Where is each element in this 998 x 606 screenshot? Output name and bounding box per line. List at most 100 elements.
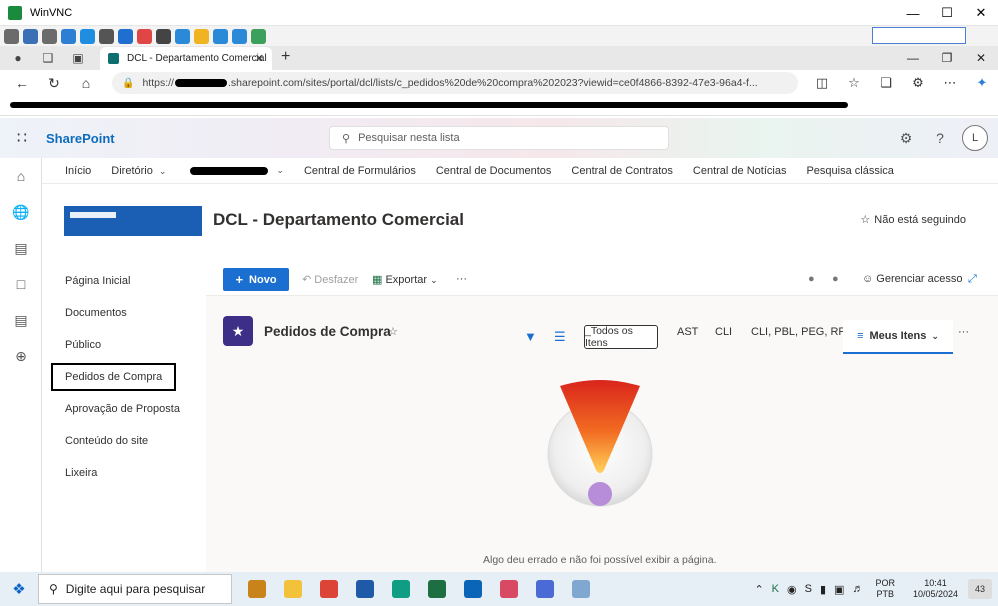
camera-icon[interactable] xyxy=(213,28,228,44)
view-cli-group[interactable]: CLI, PBL, PEG, RPE xyxy=(751,326,853,338)
back-icon[interactable]: ← xyxy=(6,70,38,96)
maximize-button[interactable]: ☐ xyxy=(930,0,964,26)
gear-icon[interactable]: ⚙ xyxy=(894,124,918,152)
network-icon[interactable]: ▣ xyxy=(834,583,844,596)
site-logo[interactable] xyxy=(64,206,202,236)
excel-icon[interactable] xyxy=(420,574,454,604)
minimize-button[interactable]: — xyxy=(896,0,930,26)
app-launcher-icon[interactable]: ∷ xyxy=(0,118,44,158)
nav-publico[interactable]: Público xyxy=(65,339,101,351)
refresh-icon[interactable] xyxy=(61,28,76,44)
hub-nav-inicio[interactable]: Início xyxy=(65,165,91,177)
manage-access-button[interactable]: ☺ Gerenciar acesso xyxy=(862,273,963,285)
hub-nav-contratos[interactable]: Central de Contratos xyxy=(571,165,673,177)
lists-icon[interactable]: ▤ xyxy=(0,302,42,338)
url-field[interactable]: 🔒 https:// .sharepoint.com/sites/portal/… xyxy=(112,72,798,94)
monitor-share-icon[interactable] xyxy=(232,28,247,44)
hub-nav-formularios[interactable]: Central de Formulários xyxy=(304,165,416,177)
hub-nav-diretorio[interactable]: Diretório ⌄ xyxy=(111,165,166,177)
snipping-tool-icon[interactable] xyxy=(492,574,526,604)
app-window-icon[interactable] xyxy=(348,574,382,604)
favorite-star-icon[interactable]: ☆ xyxy=(388,325,398,338)
filter-icon[interactable]: ▼ xyxy=(524,329,537,344)
export-button[interactable]: ▦ Exportar ⌄ xyxy=(372,273,438,286)
close-button[interactable]: ✕ xyxy=(964,0,998,26)
globe-icon[interactable]: 🌐 xyxy=(0,194,42,230)
files-icon[interactable]: □ xyxy=(0,266,42,302)
clock[interactable]: 10:41 10/05/2024 xyxy=(913,578,958,600)
browser-tab[interactable]: DCL - Departamento Comercial ✕ xyxy=(100,47,272,70)
chrome-icon[interactable] xyxy=(312,574,346,604)
browser-restore-button[interactable]: ❐ xyxy=(930,46,964,70)
help-icon[interactable]: ? xyxy=(928,124,952,152)
home-site-icon[interactable]: ⌂ xyxy=(0,158,42,194)
avatar[interactable]: L xyxy=(962,125,988,151)
chevron-up-icon[interactable]: ⌃ xyxy=(754,583,763,596)
chevron-down-icon[interactable]: ⌄ xyxy=(276,165,284,176)
notifications-badge[interactable]: 43 xyxy=(968,579,992,599)
view-options-icon[interactable]: ☰ xyxy=(554,329,566,345)
split-screen-icon[interactable]: ◫ xyxy=(806,70,838,96)
tray-shield-icon[interactable]: ◉ xyxy=(787,583,797,596)
folder-icon[interactable] xyxy=(194,28,209,44)
create-icon[interactable]: ⊕ xyxy=(0,338,42,374)
hub-nav-pesquisa-classica[interactable]: Pesquisa clássica xyxy=(806,165,893,177)
settings-icon[interactable] xyxy=(42,28,57,44)
taskbar-search-input[interactable]: ⚲ Digite aqui para pesquisar xyxy=(38,574,232,604)
view-ast[interactable]: AST xyxy=(677,326,698,338)
view-all-items[interactable]: _Todos os Itens xyxy=(584,325,658,349)
collections-button-icon[interactable]: ❏ xyxy=(870,70,902,96)
view-cli[interactable]: CLI xyxy=(715,326,732,338)
nav-documentos[interactable]: Documentos xyxy=(65,307,127,319)
favorites-icon[interactable]: ☆ xyxy=(838,70,870,96)
tab-close-icon[interactable]: ✕ xyxy=(255,52,264,65)
home-icon[interactable]: ⌂ xyxy=(70,70,102,96)
profile-icon[interactable]: ● xyxy=(6,46,30,70)
battery-icon[interactable]: ▮ xyxy=(820,583,826,596)
toolbox-icon[interactable] xyxy=(240,574,274,604)
extensions-icon[interactable]: ⚙ xyxy=(902,70,934,96)
nav-conteudo-do-site[interactable]: Conteúdo do site xyxy=(65,435,148,447)
more-views-button[interactable]: ··· xyxy=(958,326,969,338)
collections-icon[interactable]: ❑ xyxy=(36,46,60,70)
expand-icon[interactable]: ⤢ xyxy=(968,273,977,286)
new-tab-button[interactable]: + xyxy=(281,48,290,66)
vnc-app-icon[interactable] xyxy=(564,574,598,604)
edge-icon[interactable] xyxy=(384,574,418,604)
outlook-icon[interactable] xyxy=(456,574,490,604)
vnc-toolbar-input[interactable] xyxy=(872,27,966,44)
copilot-icon[interactable]: ✦ xyxy=(966,70,998,96)
file-explorer-icon[interactable] xyxy=(276,574,310,604)
hub-nav-documentos[interactable]: Central de Documentos xyxy=(436,165,552,177)
file-transfer-icon[interactable] xyxy=(156,28,171,44)
volume-icon[interactable]: ♬ xyxy=(852,583,863,595)
chat-icon[interactable] xyxy=(251,28,266,44)
tray-sync-icon[interactable]: S xyxy=(805,583,812,595)
nav-lixeira[interactable]: Lixeira xyxy=(65,467,97,479)
chat-app-icon[interactable] xyxy=(528,574,562,604)
sharepoint-brand[interactable]: SharePoint xyxy=(46,131,115,146)
hub-nav-noticias[interactable]: Central de Notícias xyxy=(693,165,787,177)
monitor-icon[interactable] xyxy=(175,28,190,44)
follow-button[interactable]: ☆ Não está seguindo xyxy=(860,213,966,226)
reload-icon[interactable]: ↻ xyxy=(38,70,70,96)
news-icon[interactable]: ▤ xyxy=(0,230,42,266)
tray-app-icon[interactable]: K xyxy=(772,583,779,595)
fullscreen-icon[interactable] xyxy=(23,28,38,44)
disconnect-icon[interactable] xyxy=(137,28,152,44)
tab-actions-icon[interactable]: ▣ xyxy=(66,46,90,70)
windows-icon[interactable] xyxy=(80,28,95,44)
more-commands-button[interactable]: ··· xyxy=(456,273,467,285)
start-button-windows-icon[interactable]: ❖ xyxy=(0,572,38,606)
search-input[interactable]: ⚲ Pesquisar nesta lista xyxy=(329,126,669,150)
undo-button[interactable]: ↶ Desfazer xyxy=(302,273,358,286)
new-item-button[interactable]: + Novo xyxy=(223,268,289,291)
nav-aprovacao-de-proposta[interactable]: Aprovação de Proposta xyxy=(65,403,180,415)
person-icon[interactable] xyxy=(4,28,19,44)
browser-minimize-button[interactable]: — xyxy=(896,46,930,70)
view-my-items[interactable]: ≡ Meus Itens ⌄ xyxy=(843,320,953,354)
info-icon[interactable] xyxy=(118,28,133,44)
nav-pagina-inicial[interactable]: Página Inicial xyxy=(65,275,130,287)
browser-close-button[interactable]: ✕ xyxy=(964,46,998,70)
language-indicator[interactable]: POR PTB xyxy=(875,578,895,600)
